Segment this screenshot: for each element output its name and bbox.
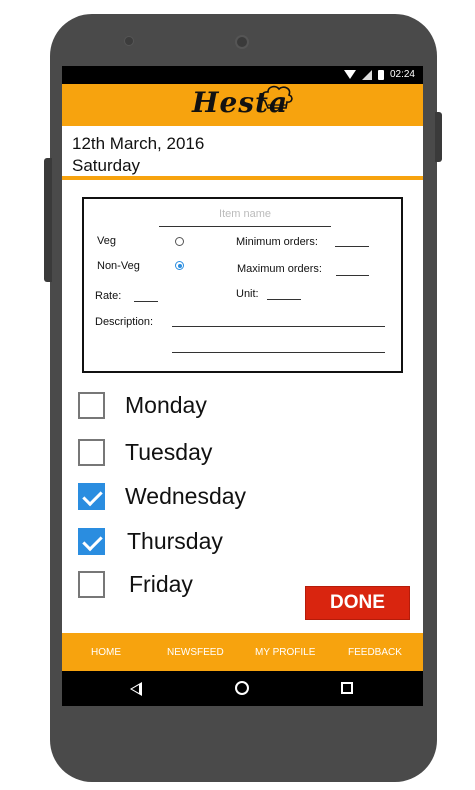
- day-label-thursday: Thursday: [127, 528, 223, 554]
- chef-hat-icon: [261, 85, 293, 109]
- nonveg-label: Non-Veg: [97, 260, 140, 272]
- nav-feedback[interactable]: FEEDBACK: [348, 647, 402, 658]
- unit-input[interactable]: [267, 299, 301, 300]
- home-icon[interactable]: [235, 681, 249, 695]
- status-time: 02:24: [389, 69, 415, 80]
- recents-icon[interactable]: [341, 682, 353, 694]
- battery-icon: [377, 69, 384, 80]
- day-label-wednesday: Wednesday: [125, 483, 247, 509]
- back-icon[interactable]: [130, 682, 142, 696]
- signal-icon: [361, 69, 372, 80]
- description-input-line2[interactable]: [172, 352, 385, 353]
- day-row-thursday[interactable]: Thursday: [78, 528, 378, 556]
- checkbox-wednesday[interactable]: [78, 483, 105, 510]
- checkbox-tuesday[interactable]: [78, 439, 105, 466]
- checkbox-thursday[interactable]: [78, 528, 105, 555]
- speaker-dot: [124, 36, 134, 46]
- max-orders-input[interactable]: [336, 275, 369, 276]
- volume-button: [44, 158, 52, 282]
- item-name-input[interactable]: Item name: [159, 205, 331, 227]
- day-label-friday: Friday: [129, 571, 193, 597]
- power-button: [435, 112, 442, 162]
- rate-label: Rate:: [95, 290, 122, 302]
- app-screen: 02:24 Hesta 12th March, 2016 Saturday It…: [62, 66, 423, 706]
- day-label-monday: Monday: [125, 392, 207, 418]
- checkbox-friday[interactable]: [78, 571, 105, 598]
- day-label-tuesday: Tuesday: [125, 439, 213, 465]
- wifi-icon: [343, 70, 356, 79]
- nav-my-profile[interactable]: MY PROFILE: [255, 647, 315, 658]
- app-header: Hesta: [62, 84, 423, 126]
- status-bar: 02:24: [62, 66, 423, 84]
- bottom-nav: HOME NEWSFEED MY PROFILE FEEDBACK: [62, 633, 423, 671]
- front-camera: [235, 35, 249, 49]
- rate-input[interactable]: [134, 301, 158, 302]
- description-label: Description:: [95, 316, 154, 328]
- done-button[interactable]: DONE: [305, 586, 410, 620]
- veg-radio[interactable]: [175, 237, 184, 246]
- item-form: Item name Veg Minimum orders: Non-Veg Ma…: [82, 197, 403, 373]
- date-text: 12th March, 2016: [72, 134, 205, 153]
- system-nav-bar: [62, 671, 423, 706]
- day-row-tuesday[interactable]: Tuesday: [78, 439, 378, 467]
- day-text: Saturday: [72, 156, 141, 175]
- min-orders-label: Minimum orders:: [236, 236, 318, 248]
- unit-label: Unit:: [236, 288, 259, 300]
- max-orders-label: Maximum orders:: [237, 263, 322, 275]
- nav-newsfeed[interactable]: NEWSFEED: [167, 647, 224, 658]
- min-orders-input[interactable]: [335, 246, 369, 247]
- date-section: 12th March, 2016 Saturday: [62, 126, 423, 180]
- day-row-wednesday[interactable]: Wednesday: [78, 483, 378, 511]
- description-input-line1[interactable]: [172, 326, 385, 327]
- checkbox-monday[interactable]: [78, 392, 105, 419]
- nonveg-radio[interactable]: [175, 261, 184, 270]
- day-row-monday[interactable]: Monday: [78, 392, 378, 420]
- nav-home[interactable]: HOME: [91, 647, 121, 658]
- veg-label: Veg: [97, 235, 116, 247]
